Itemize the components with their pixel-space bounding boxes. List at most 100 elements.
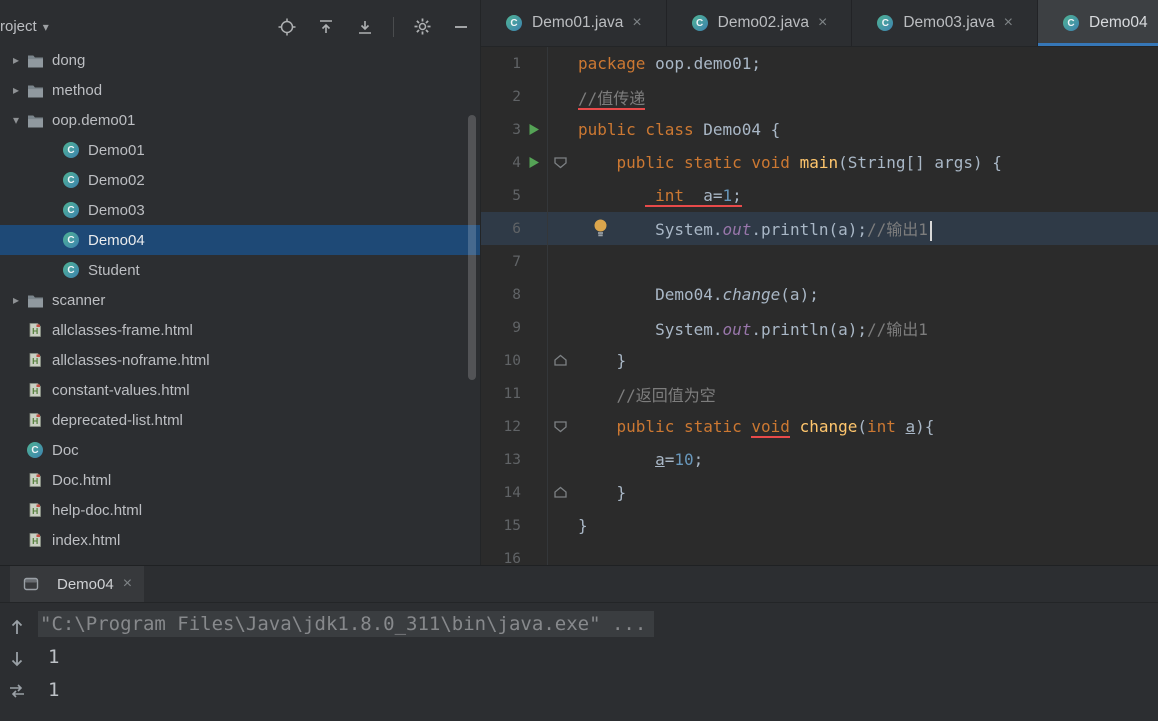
editor-code[interactable]: 1 package oop.demo01; 2 //值传递 3 public class …: [481, 47, 1158, 565]
tree-item-method[interactable]: method: [0, 75, 480, 105]
console-line: "C:\Program Files\Java\jdk1.8.0_311\bin\…: [38, 608, 1158, 641]
project-panel-title[interactable]: roject: [0, 18, 37, 35]
code-line-6[interactable]: 6 System.out.println(a);//输出1: [481, 212, 1158, 245]
minimize-icon[interactable]: [450, 16, 472, 38]
tree-item-oop.demo01[interactable]: oop.demo01: [0, 105, 480, 135]
code-token: (: [857, 417, 867, 436]
code-text: public class Demo04 {: [573, 120, 780, 139]
close-icon[interactable]: [1004, 15, 1013, 31]
code-token: a: [655, 450, 665, 469]
locate-icon[interactable]: [276, 16, 298, 38]
editor-tab-Demo03.java[interactable]: C Demo03.java: [852, 0, 1039, 46]
tree-chevron-icon[interactable]: [6, 53, 26, 67]
code-line-15[interactable]: 15}: [481, 509, 1158, 542]
fold-start-icon[interactable]: [547, 410, 573, 443]
code-line-13[interactable]: 13 a=10;: [481, 443, 1158, 476]
arrow-up-icon[interactable]: [6, 616, 28, 638]
tree-item-Doc[interactable]: C Doc: [0, 435, 480, 465]
close-icon[interactable]: [123, 576, 132, 592]
code-line-16[interactable]: 16: [481, 542, 1158, 565]
tree-item-Demo03[interactable]: C Demo03: [0, 195, 480, 225]
svg-text:H: H: [32, 356, 38, 366]
code-line-12[interactable]: 12 public static void change(int a){: [481, 410, 1158, 443]
tree-item-label: dong: [52, 51, 86, 69]
tree-item-index.html[interactable]: Hindex.html: [0, 525, 480, 555]
project-panel-header: roject: [0, 0, 480, 45]
fold-start-icon[interactable]: [547, 146, 573, 179]
code-line-10[interactable]: 10 }: [481, 344, 1158, 377]
arrow-down-icon[interactable]: [6, 648, 28, 670]
fold-end-icon[interactable]: [547, 476, 573, 509]
run-tab-demo04[interactable]: Demo04: [10, 566, 145, 602]
gear-icon[interactable]: [411, 16, 433, 38]
code-token: //输出1: [867, 319, 928, 339]
tree-item-label: method: [52, 81, 103, 99]
close-icon[interactable]: [632, 15, 641, 31]
gutter-spacer: [547, 542, 573, 565]
close-icon[interactable]: [818, 15, 827, 31]
expand-all-icon[interactable]: [354, 16, 376, 38]
class-icon: C: [63, 262, 79, 278]
code-line-3[interactable]: 3 public class Demo04 {: [481, 113, 1158, 146]
dropdown-caret-icon[interactable]: [43, 18, 49, 36]
editor-tab-Demo01.java[interactable]: C Demo01.java: [481, 0, 667, 46]
code-line-2[interactable]: 2 //值传递: [481, 80, 1158, 113]
run-panel: Demo04 "C:\Program Files\Java\jdk1.8.0_3…: [0, 565, 1158, 721]
line-number: 15: [503, 517, 521, 534]
tree-item-help-doc.html[interactable]: Hhelp-doc.html: [0, 495, 480, 525]
project-panel: roject dong method oop.demo01 C Demo01 C Demo0…: [0, 0, 481, 565]
code-token: }: [578, 483, 627, 502]
fold-end-icon[interactable]: [547, 344, 573, 377]
tree-item-Doc.html[interactable]: H Doc.html: [0, 465, 480, 495]
folder-icon: [26, 51, 44, 69]
editor-tab-Demo02.java[interactable]: C Demo02.java: [667, 0, 853, 46]
collapse-all-icon[interactable]: [315, 16, 337, 38]
tree-chevron-icon[interactable]: [6, 293, 26, 307]
folder-icon: [26, 111, 44, 129]
tree-chevron-icon[interactable]: [6, 113, 26, 127]
svg-text:H: H: [32, 386, 38, 396]
tree-item-dong[interactable]: dong: [0, 45, 480, 75]
editor-tab-Demo04[interactable]: C Demo04: [1038, 0, 1158, 46]
tree-item-deprecated-list.html[interactable]: Hdeprecated-list.html: [0, 405, 480, 435]
run-line-icon[interactable]: [521, 123, 547, 136]
tree-item-Demo01[interactable]: C Demo01: [0, 135, 480, 165]
code-line-1[interactable]: 1 package oop.demo01;: [481, 47, 1158, 80]
folder-icon: [26, 81, 44, 99]
tree-item-allclasses-frame.html[interactable]: Hallclasses-frame.html: [0, 315, 480, 345]
code-line-9[interactable]: 9 System.out.println(a);//输出1: [481, 311, 1158, 344]
html-icon: H: [26, 351, 44, 369]
code-line-11[interactable]: 11 //返回值为空: [481, 377, 1158, 410]
tree-item-partial[interactable]: [0, 555, 480, 565]
code-token: change: [722, 285, 781, 304]
code-line-7[interactable]: 7: [481, 245, 1158, 278]
project-tree: dong method oop.demo01 C Demo01 C Demo02 C Demo0…: [0, 45, 480, 565]
code-token: change: [799, 417, 858, 436]
code-token: ;: [693, 450, 704, 469]
code-line-8[interactable]: 8 Demo04.change(a);: [481, 278, 1158, 311]
tree-item-Student[interactable]: C Student: [0, 255, 480, 285]
tree-item-Demo02[interactable]: C Demo02: [0, 165, 480, 195]
tree-item-label: help-doc.html: [52, 501, 143, 519]
code-token: 10: [674, 450, 694, 469]
tree-item-Demo04[interactable]: C Demo04: [0, 225, 480, 255]
code-line-5[interactable]: 5 int a=1;: [481, 179, 1158, 212]
tree-chevron-icon[interactable]: [6, 83, 26, 97]
code-token: Demo04 {: [703, 120, 781, 139]
tree-item-label: Student: [88, 261, 140, 279]
intention-bulb-icon[interactable]: [593, 218, 608, 238]
project-scrollbar-thumb[interactable]: [468, 115, 476, 380]
editor-area: C Demo01.java C Demo02.java C Demo03.java C Dem…: [481, 0, 1158, 565]
tree-item-allclasses-noframe.html[interactable]: Hallclasses-noframe.html: [0, 345, 480, 375]
code-line-14[interactable]: 14 }: [481, 476, 1158, 509]
console-output: "C:\Program Files\Java\jdk1.8.0_311\bin\…: [38, 608, 1158, 721]
tree-item-scanner[interactable]: scanner: [0, 285, 480, 315]
soft-wrap-icon[interactable]: [6, 680, 28, 702]
code-token: }: [578, 351, 627, 370]
class-icon: C: [62, 201, 80, 219]
tree-item-constant-values.html[interactable]: Hconstant-values.html: [0, 375, 480, 405]
run-line-icon[interactable]: [521, 156, 547, 169]
line-number: 6: [512, 220, 521, 237]
code-line-4[interactable]: 4 public static void main(String[] args)…: [481, 146, 1158, 179]
console-text: "C:\Program Files\Java\jdk1.8.0_311\bin\…: [38, 611, 655, 637]
